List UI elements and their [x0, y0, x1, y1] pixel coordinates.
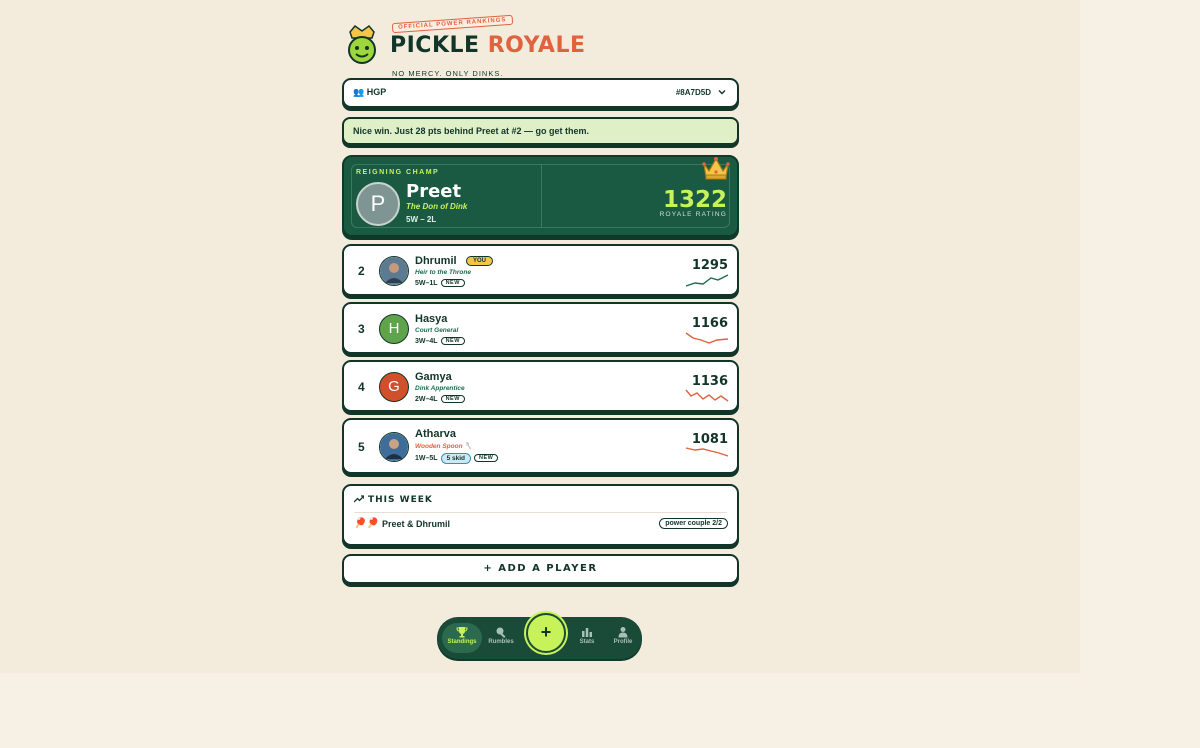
banner-text: Nice win. Just 28 pts behind Preet at #2… — [353, 126, 590, 136]
player-name: Dhrumil — [415, 255, 457, 267]
user-icon — [618, 627, 628, 638]
group-name: 👥 HGP — [353, 87, 387, 97]
trophy-icon — [456, 627, 468, 638]
trend-sparkline-up — [685, 274, 729, 287]
player-rating: 1295 — [691, 258, 728, 273]
add-match-button[interactable]: + — [526, 613, 566, 653]
bottom-nav: Standings Rumbles + Stats Profile — [437, 613, 643, 659]
new-badge: NEW — [474, 454, 499, 462]
player-row[interactable]: 2 Dhrumil YOU Heir to the Throne 5W–1L NE… — [342, 244, 739, 296]
this-week-label: THIS WEEK — [368, 495, 433, 505]
pickle-logo-icon — [348, 24, 376, 64]
champion-rating-label: ROYALE RATING — [659, 211, 727, 218]
app-subtitle: NO MERCY. ONLY DINKS. — [392, 69, 504, 78]
week-highlight-tag: power couple 2/2 — [659, 518, 728, 529]
player-name: Atharva — [415, 428, 456, 440]
champion-card-divider — [541, 165, 542, 227]
nav-profile[interactable]: Profile — [603, 623, 643, 653]
you-badge: YOU — [466, 256, 494, 266]
champion-avatar: P — [356, 182, 400, 226]
nav-label: Stats — [579, 639, 595, 645]
player-record: 5W–1L — [415, 280, 438, 287]
player-record: 1W–5L — [415, 455, 438, 462]
player-rating: 1081 — [691, 432, 728, 447]
trend-sparkline-down — [685, 332, 729, 344]
nav-label: Rumbles — [488, 639, 514, 645]
player-rank: 5 — [358, 440, 365, 454]
player-rank: 3 — [358, 322, 365, 336]
status-banner: Nice win. Just 28 pts behind Preet at #2… — [342, 117, 739, 145]
champion-title: The Don of Dink — [406, 202, 468, 211]
player-record: 3W–4L — [415, 338, 438, 345]
skid-badge: 5 skid — [440, 453, 471, 464]
nav-label: Profile — [613, 639, 633, 645]
player-row[interactable]: 4 G Gamya Dink Apprentice 2W–4L NEW 1136 — [342, 360, 739, 412]
header: OFFICIAL POWER RANKINGS PICKLE ROYALE NO… — [346, 14, 606, 78]
player-title: Heir to the Throne — [415, 269, 471, 276]
player-avatar-photo — [379, 256, 409, 286]
trend-sparkline-down — [685, 447, 729, 457]
champion-record: 5W – 2L — [406, 215, 437, 224]
player-rank: 4 — [358, 380, 365, 394]
chevron-down-icon — [718, 90, 726, 95]
divider — [354, 512, 727, 513]
crown-icon — [702, 157, 730, 180]
paddle-icon — [496, 627, 506, 638]
paddle-icons: 🏓🏓 — [354, 518, 379, 529]
new-badge: NEW — [440, 337, 465, 345]
nav-standings[interactable]: Standings — [442, 623, 482, 653]
trending-up-icon — [353, 495, 365, 503]
this-week-heading: THIS WEEK — [353, 495, 433, 505]
player-row[interactable]: 3 H Hasya Court General 3W–4L NEW 1166 — [342, 302, 739, 354]
champion-rating: 1322 — [662, 187, 727, 213]
new-badge: NEW — [440, 395, 465, 403]
player-title: Wooden Spoon 🥄 — [415, 443, 473, 450]
nav-stats[interactable]: Stats — [567, 623, 607, 653]
trend-sparkline-down — [685, 389, 729, 402]
bar-chart-icon — [582, 628, 592, 637]
app-title: PICKLE ROYALE — [390, 33, 586, 58]
add-player-button[interactable]: + ADD A PLAYER — [342, 554, 739, 584]
player-record-line: 1W–5L 5 skid NEW — [415, 453, 499, 464]
player-row[interactable]: 5 Atharva Wooden Spoon 🥄 1W–5L 5 skid NEW … — [342, 418, 739, 474]
player-rank: 2 — [358, 264, 365, 278]
player-record-line: 5W–1L NEW — [415, 279, 465, 287]
group-selector[interactable]: 👥 HGP #8A7D5D — [342, 78, 739, 108]
champion-card[interactable]: REIGNING CHAMP P Preet The Don of Dink 5… — [342, 155, 739, 237]
player-rating: 1166 — [691, 316, 728, 331]
champion-label: REIGNING CHAMP — [356, 169, 440, 176]
new-badge: NEW — [440, 279, 465, 287]
this-week-card: THIS WEEK 🏓🏓 Preet & Dhrumil power coupl… — [342, 484, 739, 546]
player-title: Dink Apprentice — [415, 385, 465, 392]
player-rating: 1136 — [691, 374, 728, 389]
title-part-1: PICKLE — [390, 33, 480, 58]
player-avatar-photo — [379, 432, 409, 462]
rankings-tag: OFFICIAL POWER RANKINGS — [391, 14, 513, 34]
nav-label: Standings — [447, 639, 477, 645]
player-record-line: 3W–4L NEW — [415, 337, 465, 345]
player-title: Court General — [415, 327, 459, 334]
week-highlight-names: Preet & Dhrumil — [382, 519, 451, 529]
group-code: #8A7D5D — [675, 88, 711, 97]
champion-name: Preet — [406, 181, 462, 202]
player-name: Hasya — [415, 313, 448, 325]
title-part-2: ROYALE — [487, 33, 586, 58]
player-record-line: 2W–4L NEW — [415, 395, 465, 403]
player-name: Gamya — [415, 371, 452, 383]
player-avatar: G — [379, 372, 409, 402]
player-avatar: H — [379, 314, 409, 344]
player-record: 2W–4L — [415, 396, 438, 403]
nav-rumbles[interactable]: Rumbles — [481, 623, 521, 653]
